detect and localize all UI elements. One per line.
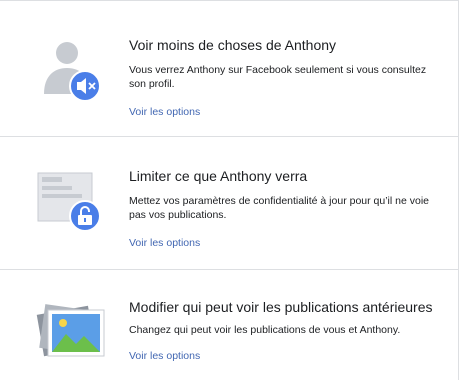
see-options-link[interactable]: Voir les options <box>129 237 200 249</box>
option-limit-visibility: Limiter ce que Anthony verra Mettez vos … <box>0 137 459 269</box>
see-options-link[interactable]: Voir les options <box>129 350 200 362</box>
option-title: Voir moins de choses de Anthony <box>129 37 337 53</box>
option-title: Limiter ce que Anthony verra <box>129 168 308 184</box>
option-description: Mettez vos paramètres de confidentialité… <box>129 195 429 221</box>
see-options-link[interactable]: Voir les options <box>129 106 200 118</box>
option-past-posts: Modifier qui peut voir les publications … <box>0 270 459 380</box>
photos-icon <box>36 294 108 366</box>
option-title: Modifier qui peut voir les publications … <box>129 299 433 315</box>
privacy-lock-icon <box>36 171 108 243</box>
option-description: Changez qui peut voir les publications d… <box>129 324 401 336</box>
option-see-less: Voir moins de choses de Anthony Vous ver… <box>0 0 459 136</box>
option-description: Vous verrez Anthony sur Facebook seuleme… <box>129 64 427 90</box>
muted-person-icon <box>36 36 108 108</box>
